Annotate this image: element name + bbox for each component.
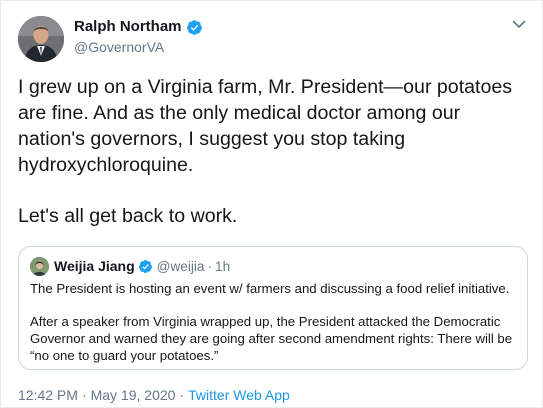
avatar-photo-icon	[18, 16, 64, 62]
quoted-tweet-header: Weijia Jiang @weijia · 1h	[30, 256, 230, 276]
chevron-down-icon	[512, 20, 526, 28]
verified-badge-icon	[138, 259, 152, 273]
tweet-source-link[interactable]: Twitter Web App	[188, 387, 290, 403]
quoted-author-name: Weijia Jiang	[54, 258, 135, 274]
verified-badge-icon	[186, 19, 202, 35]
tweet-text-paragraph: I grew up on a Virginia farm, Mr. Presid…	[18, 76, 513, 176]
quoted-tweet-text: The President is hosting an event w/ far…	[30, 280, 520, 364]
quoted-author-avatar	[30, 256, 49, 276]
quoted-tweet-time: 1h	[215, 258, 231, 274]
quoted-tweet-paragraph: The President is hosting an event w/ far…	[30, 281, 510, 296]
tweet-date-link[interactable]: May 19, 2020	[91, 387, 176, 403]
author-avatar[interactable]	[18, 16, 64, 62]
author-handle[interactable]: @GovernorVA	[74, 38, 164, 56]
more-options-button[interactable]	[510, 15, 528, 33]
tweet-text: I grew up on a Virginia farm, Mr. Presid…	[18, 74, 528, 229]
quoted-tweet-paragraph: After a speaker from Virginia wrapped up…	[30, 314, 513, 363]
tweet-metadata: 12:42 PM · May 19, 2020 · Twitter Web App	[18, 386, 290, 404]
avatar-photo-icon	[30, 256, 49, 276]
separator-dot: ·	[81, 387, 87, 403]
author-display-name[interactable]: Ralph Northam	[74, 18, 182, 36]
quoted-author-handle: @weijia	[156, 258, 205, 274]
separator-dot: ·	[179, 387, 185, 403]
tweet-text-paragraph: Let's all get back to work.	[18, 205, 238, 227]
quoted-tweet-card[interactable]: Weijia Jiang @weijia · 1h The President …	[18, 246, 528, 370]
author-name-row: Ralph Northam	[74, 18, 203, 36]
tweet-card: Ralph Northam @GovernorVA I grew up on a…	[0, 0, 543, 408]
tweet-time-link[interactable]: 12:42 PM	[18, 387, 78, 403]
separator-dot: ·	[207, 258, 213, 274]
